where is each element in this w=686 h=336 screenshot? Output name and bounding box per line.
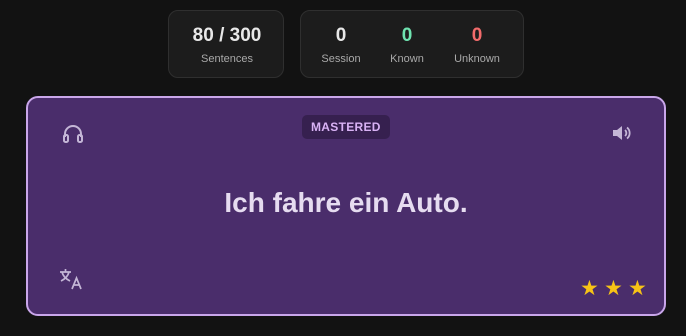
known-label: Known	[390, 53, 424, 65]
session-count: 0	[335, 25, 347, 46]
unknown-stat: 0 Unknown	[441, 25, 513, 66]
star-icon: ★	[580, 277, 599, 300]
translate-button[interactable]	[58, 266, 84, 292]
headphones-icon	[63, 125, 83, 143]
sentences-label: Sentences	[201, 53, 253, 65]
translate-icon	[60, 269, 82, 290]
play-audio-button[interactable]	[608, 120, 634, 146]
sentences-stat-card: 80 / 300 Sentences	[168, 10, 284, 78]
speaker-icon	[613, 126, 631, 140]
sentences-stat: 80 / 300 Sentences	[169, 25, 285, 66]
sentences-count: 80 / 300	[192, 25, 262, 46]
session-stat: 0 Session	[309, 25, 373, 66]
listen-button[interactable]	[60, 120, 86, 146]
session-label: Session	[321, 53, 361, 65]
flashcard[interactable]: MASTERED Ich fahre ein Auto. ★ ★ ★	[26, 96, 666, 316]
stats-bar: 80 / 300 Sentences 0 Session 0 Known 0 U…	[0, 10, 686, 80]
known-count: 0	[401, 25, 413, 46]
sentence-text: Ich fahre ein Auto.	[224, 187, 468, 218]
unknown-label: Unknown	[454, 53, 500, 65]
known-stat: 0 Known	[377, 25, 437, 66]
star-rating: ★ ★ ★	[580, 278, 650, 300]
status-badge: MASTERED	[302, 115, 390, 139]
star-icon: ★	[604, 277, 623, 300]
session-stat-card: 0 Session 0 Known 0 Unknown	[300, 10, 524, 78]
star-icon: ★	[628, 277, 647, 300]
unknown-count: 0	[471, 25, 483, 46]
